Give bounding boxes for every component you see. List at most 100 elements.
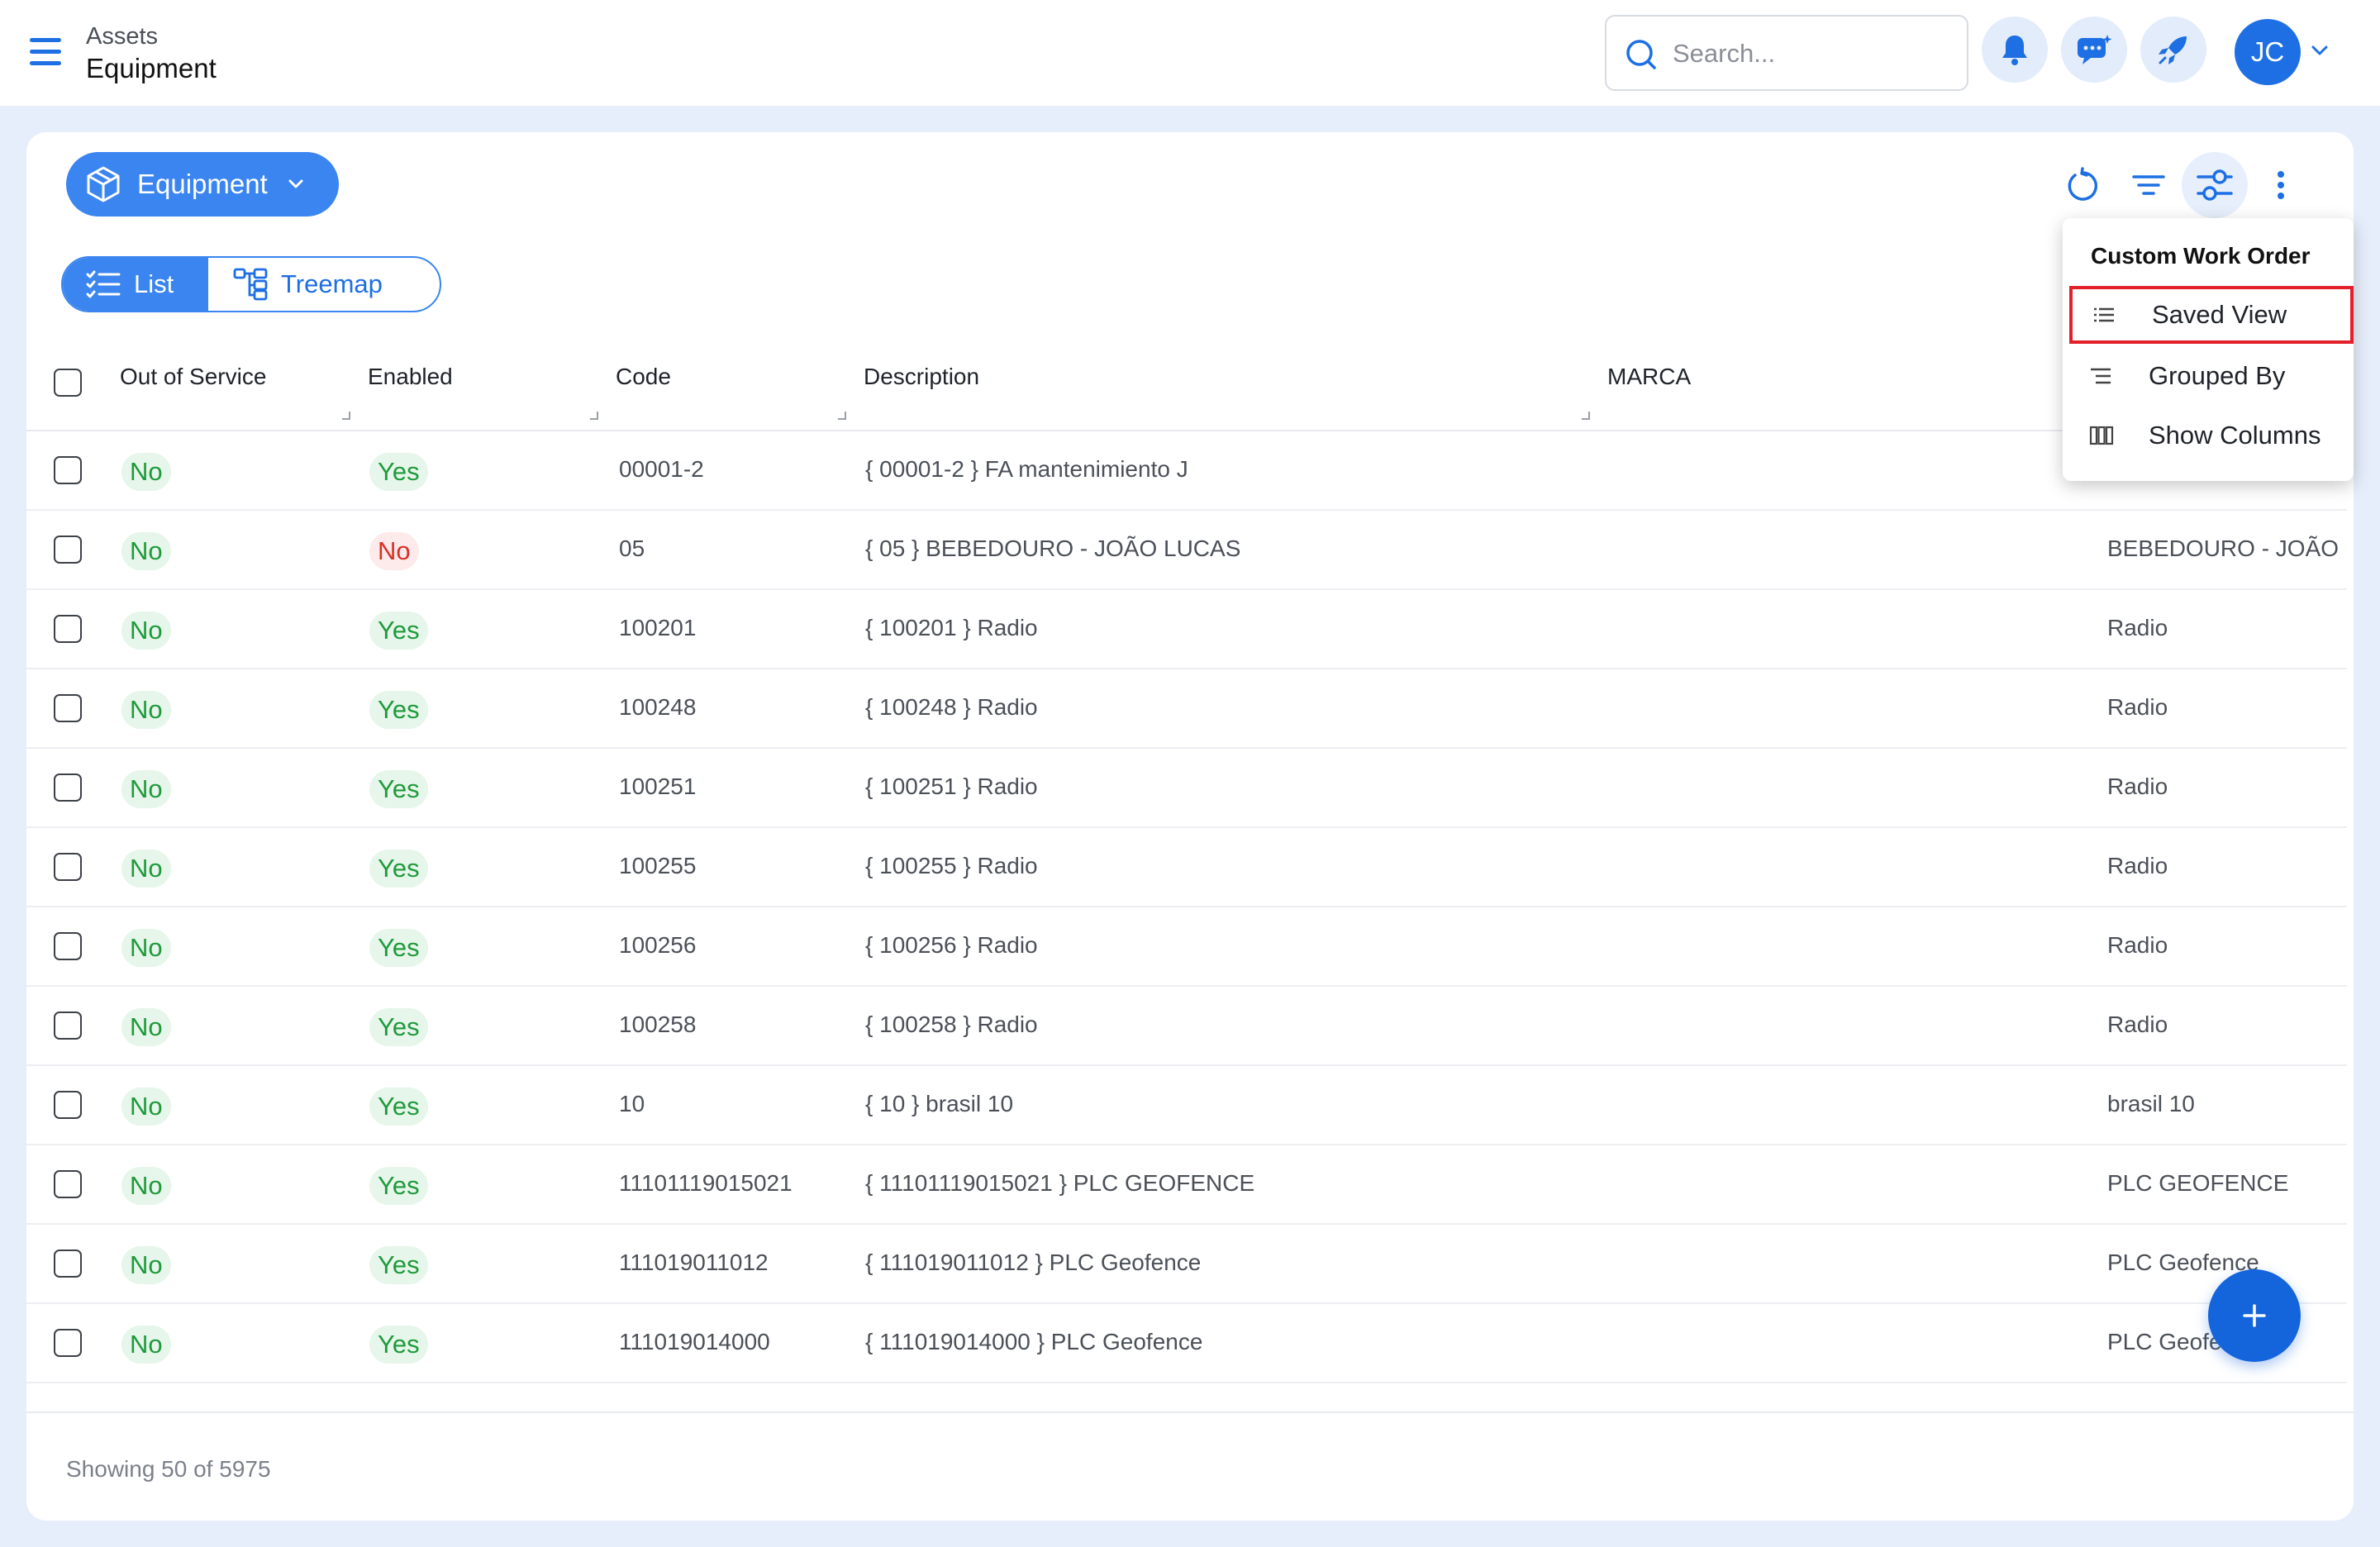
table-row[interactable]: No Yes 10 { 10 } brasil 10 brasil 10 (26, 1066, 2347, 1145)
table-row[interactable]: No Yes 100255 { 100255 } Radio Radio (26, 828, 2347, 907)
view-list-button[interactable]: List (63, 258, 208, 311)
code-cell: 111019014000 (619, 1329, 770, 1354)
plus-icon (2243, 1304, 2266, 1327)
row-checkbox[interactable] (54, 932, 82, 960)
row-checkbox[interactable] (54, 853, 82, 881)
view-toggle: List Treemap (61, 256, 441, 312)
chat-button[interactable] (2061, 17, 2127, 83)
top-bar: Assets Equipment JC (0, 0, 2380, 106)
out-of-service-badge: No (121, 850, 171, 888)
tree-structure-icon (233, 268, 268, 301)
description-cell: { 111019011012 } PLC Geofence (865, 1250, 1202, 1275)
out-of-service-badge: No (121, 532, 171, 570)
description-cell: { 10 } brasil 10 (865, 1091, 1014, 1116)
enabled-badge: Yes (369, 1088, 428, 1126)
description-cell: { 100201 } Radio (865, 615, 1038, 640)
grouped-lines-icon (2089, 367, 2122, 385)
menu-item-saved-view[interactable]: Saved View (2069, 286, 2354, 344)
table-row[interactable]: No Yes 111019014000 { 111019014000 } PLC… (26, 1304, 2347, 1383)
module-selector-button[interactable]: Equipment (66, 152, 339, 217)
marca-cell: Radio (2107, 615, 2168, 640)
row-checkbox[interactable] (54, 694, 82, 722)
filter-button[interactable] (2116, 152, 2182, 218)
menu-item-label: Show Columns (2149, 421, 2321, 450)
column-resize-handle[interactable] (1582, 412, 1590, 420)
table-row[interactable]: No Yes 100256 { 100256 } Radio Radio (26, 907, 2347, 987)
column-header-code[interactable]: Code (616, 364, 671, 390)
code-cell: 100256 (619, 932, 697, 958)
row-checkbox[interactable] (54, 1170, 82, 1198)
marca-cell: Radio (2107, 1011, 2168, 1037)
out-of-service-badge: No (121, 770, 171, 808)
code-cell: 10 (619, 1091, 645, 1116)
search-input[interactable] (1673, 33, 1954, 74)
out-of-service-badge: No (121, 1008, 171, 1046)
enabled-badge: Yes (369, 929, 428, 967)
column-resize-handle[interactable] (838, 412, 846, 420)
marca-cell: Radio (2107, 853, 2168, 878)
enabled-badge: Yes (369, 1326, 428, 1364)
code-cell: 00001-2 (619, 456, 704, 482)
column-resize-handle[interactable] (342, 412, 350, 420)
menu-item-grouped-by[interactable]: Grouped By (2069, 347, 2354, 405)
view-options-menu: Custom Work Order Saved View Grouped By … (2063, 218, 2354, 481)
view-list-label: List (134, 269, 174, 298)
view-settings-button[interactable] (2182, 152, 2248, 218)
chevron-down-icon[interactable] (2311, 45, 2329, 56)
column-header-enabled[interactable]: Enabled (368, 364, 453, 390)
row-checkbox[interactable] (54, 615, 82, 643)
row-checkbox[interactable] (54, 536, 82, 564)
table-row[interactable]: No Yes 100201 { 100201 } Radio Radio (26, 590, 2347, 669)
search-icon (1626, 40, 1656, 69)
table-row[interactable]: No Yes 100248 { 100248 } Radio Radio (26, 669, 2347, 749)
row-checkbox[interactable] (54, 1091, 82, 1119)
description-cell: { 05 } BEBEDOURO - JOÃO LUCAS (865, 536, 1241, 561)
view-treemap-button[interactable]: Treemap (208, 258, 440, 311)
notifications-button[interactable] (1982, 17, 2048, 83)
select-all-checkbox[interactable] (54, 369, 82, 397)
enabled-badge: Yes (369, 453, 428, 491)
columns-icon (2089, 425, 2122, 446)
table-row[interactable]: No No 05 { 05 } BEBEDOURO - JOÃO LUCAS B… (26, 511, 2347, 590)
row-checkbox[interactable] (54, 1329, 82, 1357)
description-cell: { 100255 } Radio (865, 853, 1038, 878)
marca-cell: BEBEDOURO - JOÃO LUCAS (2107, 536, 2347, 561)
refresh-button[interactable] (2049, 152, 2116, 218)
column-header-description[interactable]: Description (864, 364, 979, 390)
marca-cell: Radio (2107, 932, 2168, 958)
code-cell: 100255 (619, 853, 697, 878)
menu-item-show-columns[interactable]: Show Columns (2069, 407, 2354, 464)
out-of-service-badge: No (121, 1326, 171, 1364)
more-options-button[interactable] (2248, 152, 2314, 218)
table-row[interactable]: No Yes 100251 { 100251 } Radio Radio (26, 749, 2347, 828)
out-of-service-badge: No (121, 691, 171, 729)
launch-button[interactable] (2140, 17, 2206, 83)
row-checkbox[interactable] (54, 774, 82, 802)
row-checkbox[interactable] (54, 456, 82, 484)
out-of-service-badge: No (121, 1167, 171, 1205)
column-header-out-of-service[interactable]: Out of Service (120, 364, 266, 390)
enabled-badge: Yes (369, 691, 428, 729)
table-row[interactable]: No Yes 100258 { 100258 } Radio Radio (26, 987, 2347, 1066)
search-box[interactable] (1605, 15, 1968, 91)
hamburger-menu-icon[interactable] (30, 38, 61, 66)
avatar[interactable]: JC (2235, 19, 2301, 85)
out-of-service-badge: No (121, 612, 171, 650)
column-header-marca[interactable]: MARCA (1607, 364, 1691, 390)
rocket-icon (2159, 36, 2187, 64)
filter-icon (2132, 175, 2165, 195)
table-row[interactable]: No Yes 00001-2 { 00001-2 } FA mantenimie… (26, 431, 2347, 511)
column-resize-handle[interactable] (590, 412, 598, 420)
description-cell: { 100258 } Radio (865, 1011, 1038, 1037)
code-cell: 11101119015021 (619, 1170, 793, 1196)
add-button[interactable] (2208, 1269, 2301, 1362)
table-header: Out of Service Enabled Code Description … (26, 339, 2354, 431)
list-lines-icon (2092, 307, 2125, 323)
code-cell: 100251 (619, 774, 697, 799)
row-checkbox[interactable] (54, 1250, 82, 1278)
table-row[interactable]: No Yes 11101119015021 { 11101119015021 }… (26, 1145, 2347, 1225)
row-checkbox[interactable] (54, 1011, 82, 1040)
enabled-badge: Yes (369, 1167, 428, 1205)
table-row[interactable]: No Yes 111019011012 { 111019011012 } PLC… (26, 1225, 2347, 1304)
breadcrumb-parent[interactable]: Assets (86, 23, 158, 50)
